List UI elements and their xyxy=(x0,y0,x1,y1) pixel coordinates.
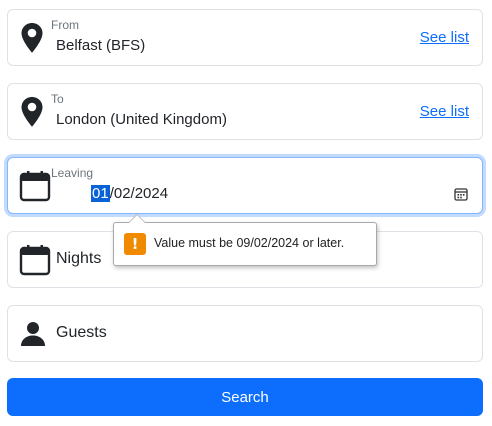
leaving-date-field[interactable]: Leaving 01/02/2024 xyxy=(7,157,483,214)
validation-tooltip: ! Value must be 09/02/2024 or later. xyxy=(113,214,377,266)
leaving-date-input[interactable]: 01/02/2024 xyxy=(91,185,168,202)
calendar-picker-icon[interactable] xyxy=(454,186,468,201)
to-label: To xyxy=(51,92,64,106)
to-field[interactable]: To London (United Kingdom) See list xyxy=(7,83,483,140)
map-pin-icon xyxy=(19,96,49,128)
to-see-list-link[interactable]: See list xyxy=(420,103,469,120)
warning-icon: ! xyxy=(124,233,146,255)
validation-message: Value must be 09/02/2024 or later. xyxy=(154,236,345,250)
from-field[interactable]: From Belfast (BFS) See list xyxy=(7,9,483,66)
search-button[interactable]: Search xyxy=(7,378,483,416)
nights-input[interactable]: Nights xyxy=(56,250,101,268)
from-label: From xyxy=(51,18,79,32)
guests-input[interactable]: Guests xyxy=(56,324,107,342)
leaving-label: Leaving xyxy=(51,166,94,180)
map-pin-icon xyxy=(19,22,49,54)
from-see-list-link[interactable]: See list xyxy=(420,29,469,46)
date-month-year-segment[interactable]: /02/2024 xyxy=(110,185,168,202)
guests-field[interactable]: Guests xyxy=(7,305,483,362)
date-day-segment[interactable]: 01 xyxy=(91,185,110,202)
calendar-icon xyxy=(19,244,51,276)
to-value[interactable]: London (United Kingdom) xyxy=(56,111,227,128)
from-value[interactable]: Belfast (BFS) xyxy=(56,37,145,54)
calendar-icon xyxy=(19,170,51,202)
person-icon xyxy=(19,321,49,353)
